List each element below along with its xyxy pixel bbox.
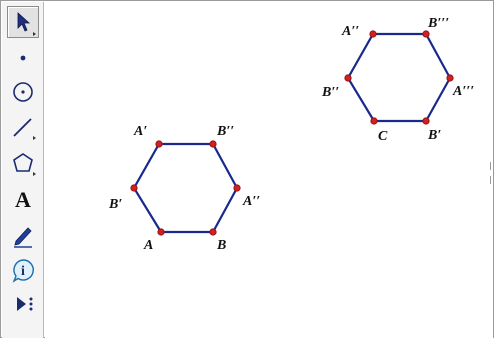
compass-tool[interactable] xyxy=(7,76,39,108)
circle-icon xyxy=(13,82,33,102)
marker-tool[interactable] xyxy=(7,219,39,251)
drawing-canvas[interactable] xyxy=(45,2,493,338)
info-glyph: i xyxy=(21,264,25,279)
arrow-select-tool[interactable] xyxy=(7,6,39,38)
text-tool[interactable]: A xyxy=(7,183,39,215)
point-icon xyxy=(20,55,26,61)
polygon-tool[interactable] xyxy=(7,147,39,179)
pentagon-icon xyxy=(13,153,36,176)
arrow-pointer-icon xyxy=(17,12,36,36)
information-tool[interactable]: i xyxy=(7,254,39,286)
info-icon: i xyxy=(12,259,34,283)
sketch-window: A i A′ B′′ A′′ B A B′ A′′ B′′′ A′′′ B′ C… xyxy=(0,0,494,338)
splitter-mark xyxy=(490,176,491,184)
letter-a-icon: A xyxy=(15,187,31,212)
straightedge-tool[interactable] xyxy=(7,111,39,143)
play-more-icon xyxy=(17,297,33,311)
point-tool[interactable] xyxy=(7,42,39,74)
text-tool-glyph: A xyxy=(15,187,31,212)
splitter-mark xyxy=(490,162,491,170)
custom-tool[interactable] xyxy=(7,288,39,320)
line-segment-icon xyxy=(13,118,36,140)
toolbox: A i xyxy=(2,2,44,338)
pen-icon xyxy=(14,227,32,248)
